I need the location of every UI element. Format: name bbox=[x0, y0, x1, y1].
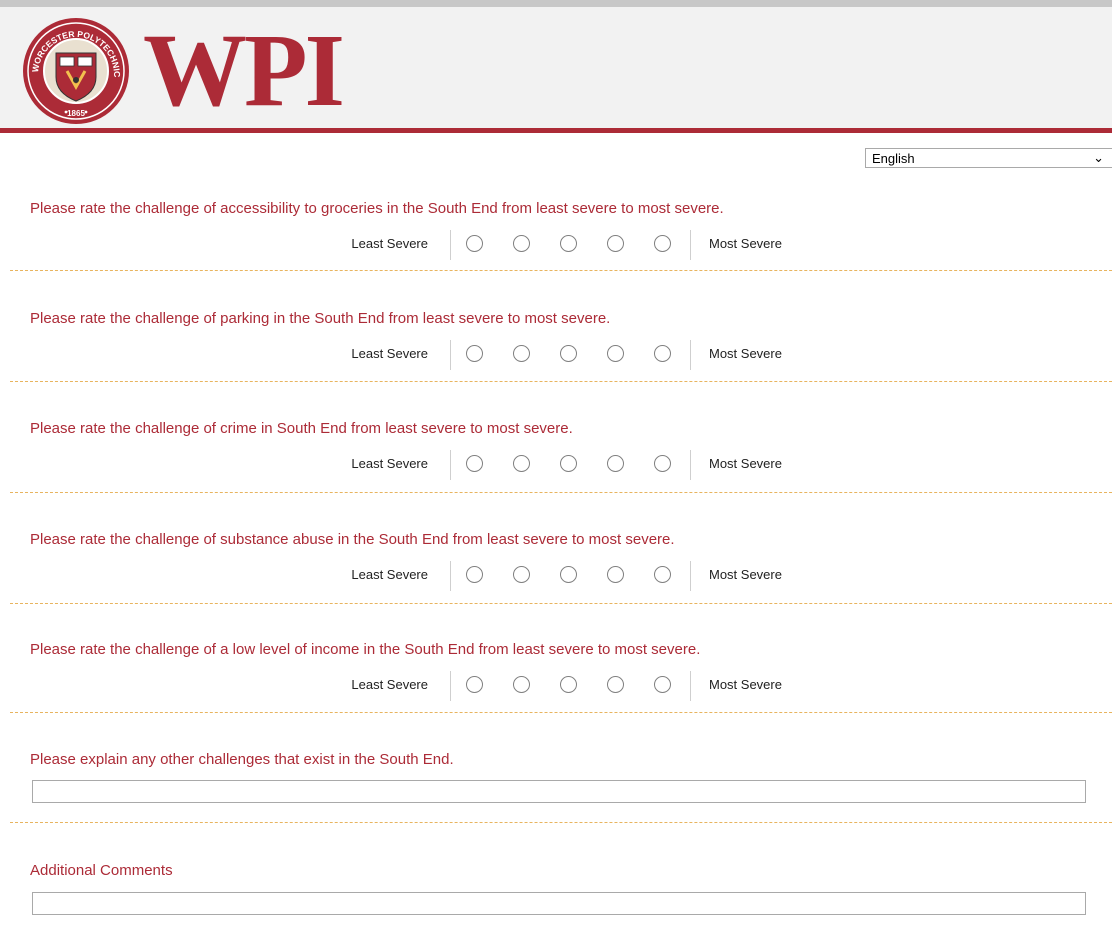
rating-radio-1[interactable] bbox=[466, 235, 483, 252]
additional-comments-input[interactable] bbox=[32, 892, 1086, 915]
rating-question: Please rate the challenge of crime in So… bbox=[0, 420, 1112, 480]
page-header: WORCESTER POLYTECHNIC INSTITUTE 1865 WPI bbox=[0, 7, 1112, 133]
rating-radio-4[interactable] bbox=[607, 345, 624, 362]
rating-radio-2[interactable] bbox=[513, 345, 530, 362]
rating-question: Please rate the challenge of a low level… bbox=[0, 641, 1112, 701]
scale-divider bbox=[690, 340, 691, 370]
scale-divider bbox=[450, 230, 451, 260]
scale-divider bbox=[690, 230, 691, 260]
question-text: Please rate the challenge of accessibili… bbox=[30, 200, 724, 217]
rating-radio-3[interactable] bbox=[560, 455, 577, 472]
rating-radio-1[interactable] bbox=[466, 676, 483, 693]
wpi-seal-icon: WORCESTER POLYTECHNIC INSTITUTE 1865 bbox=[22, 17, 129, 124]
scale-divider bbox=[690, 450, 691, 480]
question-divider bbox=[10, 603, 1112, 604]
scale-divider bbox=[450, 450, 451, 480]
rating-radio-3[interactable] bbox=[560, 345, 577, 362]
rating-radio-1[interactable] bbox=[466, 566, 483, 583]
question-text: Please rate the challenge of a low level… bbox=[30, 641, 701, 658]
chevron-down-icon: ⌄ bbox=[1093, 150, 1104, 165]
rating-radio-2[interactable] bbox=[513, 566, 530, 583]
rating-radio-2[interactable] bbox=[513, 455, 530, 472]
rating-question: Please rate the challenge of substance a… bbox=[0, 531, 1112, 591]
question-text: Please rate the challenge of substance a… bbox=[30, 531, 675, 548]
rating-question: Please rate the challenge of accessibili… bbox=[0, 200, 1112, 260]
question-text: Additional Comments bbox=[30, 862, 173, 879]
rating-radio-2[interactable] bbox=[513, 676, 530, 693]
scale-divider bbox=[690, 671, 691, 701]
most-severe-label: Most Severe bbox=[709, 346, 782, 361]
scale-divider bbox=[690, 561, 691, 591]
most-severe-label: Most Severe bbox=[709, 236, 782, 251]
rating-scale: Least Severe Most Severe bbox=[0, 561, 1112, 591]
rating-scale: Least Severe Most Severe bbox=[0, 671, 1112, 701]
rating-radio-3[interactable] bbox=[560, 566, 577, 583]
scale-divider bbox=[450, 671, 451, 701]
wpi-logo-text: WPI bbox=[143, 13, 345, 128]
rating-radio-5[interactable] bbox=[654, 676, 671, 693]
rating-scale: Least Severe Most Severe bbox=[0, 340, 1112, 370]
rating-radio-4[interactable] bbox=[607, 566, 624, 583]
rating-scale: Least Severe Most Severe bbox=[0, 450, 1112, 480]
rating-radio-4[interactable] bbox=[607, 455, 624, 472]
rating-radio-3[interactable] bbox=[560, 235, 577, 252]
least-severe-label: Least Severe bbox=[351, 677, 428, 692]
question-divider bbox=[10, 822, 1112, 823]
question-divider bbox=[10, 712, 1112, 713]
most-severe-label: Most Severe bbox=[709, 677, 782, 692]
least-severe-label: Least Severe bbox=[351, 236, 428, 251]
question-text: Please rate the challenge of crime in So… bbox=[30, 420, 573, 437]
seal-year: 1865 bbox=[67, 109, 85, 118]
rating-scale: Least Severe Most Severe bbox=[0, 230, 1112, 260]
question-divider bbox=[10, 492, 1112, 493]
rating-radio-5[interactable] bbox=[654, 455, 671, 472]
rating-radio-4[interactable] bbox=[607, 676, 624, 693]
scale-divider bbox=[450, 340, 451, 370]
language-selected-value: English bbox=[872, 151, 915, 166]
rating-radio-1[interactable] bbox=[466, 455, 483, 472]
least-severe-label: Least Severe bbox=[351, 346, 428, 361]
rating-radio-5[interactable] bbox=[654, 566, 671, 583]
rating-radio-5[interactable] bbox=[654, 345, 671, 362]
question-text: Please rate the challenge of parking in … bbox=[30, 310, 611, 327]
other-challenges-input[interactable] bbox=[32, 780, 1086, 803]
rating-radio-2[interactable] bbox=[513, 235, 530, 252]
most-severe-label: Most Severe bbox=[709, 567, 782, 582]
top-border bbox=[0, 0, 1112, 7]
scale-divider bbox=[450, 561, 451, 591]
least-severe-label: Least Severe bbox=[351, 567, 428, 582]
question-text: Please explain any other challenges that… bbox=[30, 751, 454, 768]
least-severe-label: Least Severe bbox=[351, 456, 428, 471]
rating-radio-5[interactable] bbox=[654, 235, 671, 252]
most-severe-label: Most Severe bbox=[709, 456, 782, 471]
rating-radio-3[interactable] bbox=[560, 676, 577, 693]
question-divider bbox=[10, 381, 1112, 382]
question-divider bbox=[10, 270, 1112, 271]
language-select[interactable]: English ⌄ bbox=[865, 148, 1112, 168]
rating-question: Please rate the challenge of parking in … bbox=[0, 310, 1112, 370]
rating-radio-4[interactable] bbox=[607, 235, 624, 252]
rating-radio-1[interactable] bbox=[466, 345, 483, 362]
